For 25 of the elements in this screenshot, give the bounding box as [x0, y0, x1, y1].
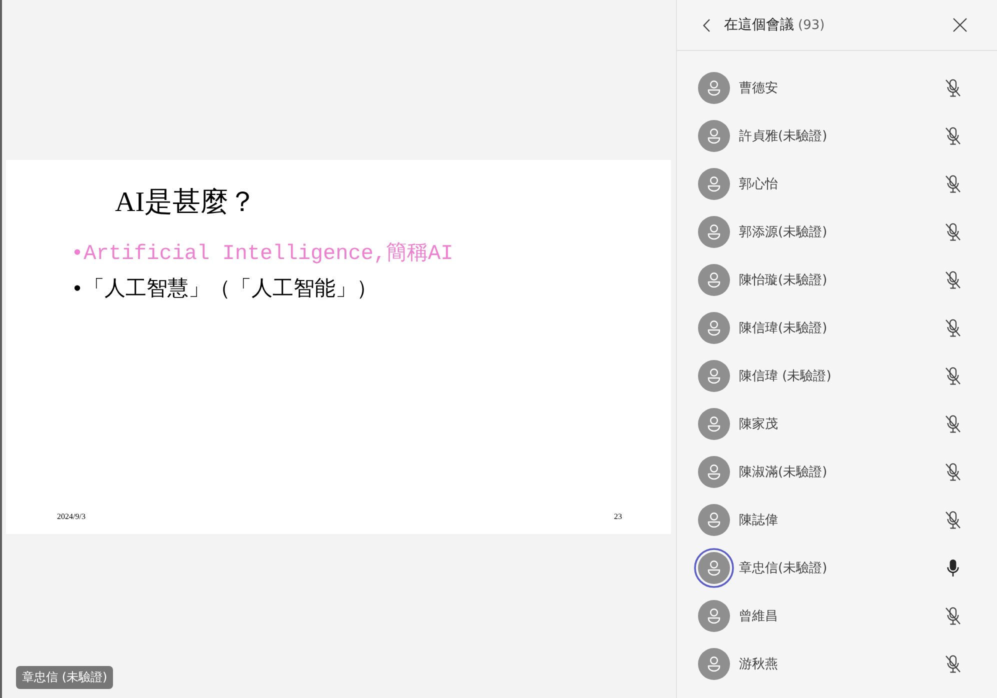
chevron-left-icon — [703, 18, 710, 32]
speaker-name-tag: 章忠信 (未驗證) — [16, 666, 114, 689]
participant-name: 游秋燕 — [739, 656, 778, 673]
participant-name: 郭心怡 — [739, 176, 778, 193]
close-button[interactable] — [953, 18, 967, 32]
close-icon — [953, 18, 967, 32]
back-button[interactable] — [703, 18, 710, 32]
panel-title: 在這個會議 — [724, 16, 794, 34]
slide-number: 23 — [614, 512, 622, 522]
participant-name: 曾維昌 — [739, 608, 778, 625]
participant-name: 許貞雅(未驗證) — [739, 128, 828, 145]
participant-name: 陳誌偉 — [739, 512, 778, 529]
slide-bullet: •「人工智慧」（「人工智能」） — [71, 276, 378, 304]
participant-count: (93) — [798, 18, 825, 32]
participant-name: 郭添源(未驗證) — [739, 224, 828, 241]
slide-title: AI是甚麼？ — [115, 186, 257, 220]
participant-name: 陳怡璇(未驗證) — [739, 272, 828, 289]
slide-bullet: •Artificial Intelligence,簡稱AI — [71, 241, 454, 268]
participant-name: 陳信瑋 (未驗證) — [739, 368, 832, 385]
participant-name: 陳信瑋(未驗證) — [739, 320, 828, 337]
participant-name: 陳淑滿(未驗證) — [739, 464, 828, 481]
slide-date: 2024/9/3 — [57, 512, 86, 522]
participant-name: 曹德安 — [739, 80, 778, 97]
participant-name: 章忠信(未驗證) — [739, 560, 828, 577]
participant-name: 陳家茂 — [739, 416, 778, 433]
